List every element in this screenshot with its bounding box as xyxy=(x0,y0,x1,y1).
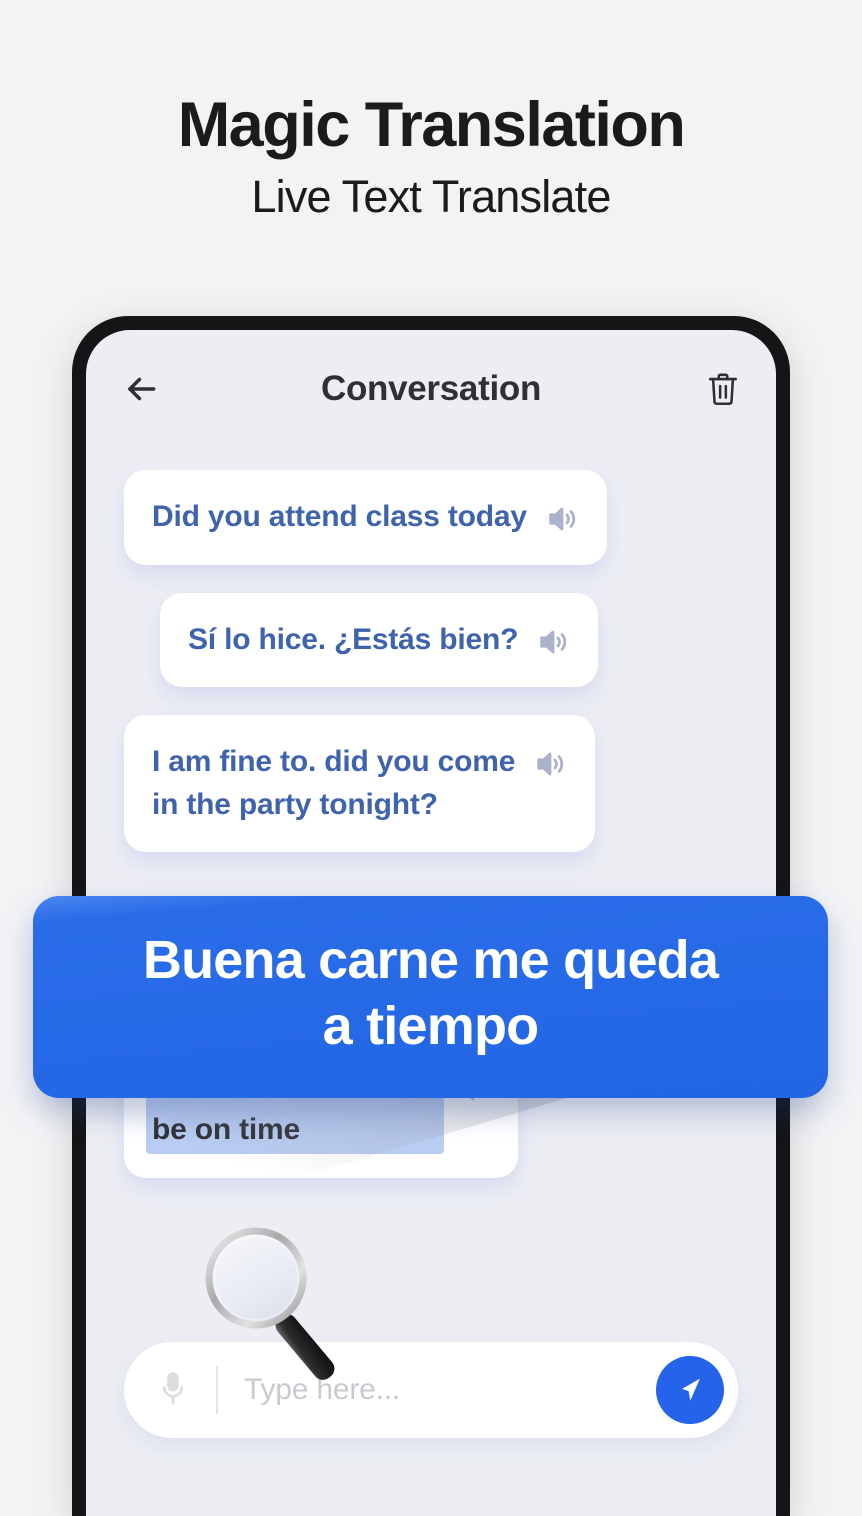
promo-header: Magic Translation Live Text Translate xyxy=(0,92,862,222)
page-subtitle: Live Text Translate xyxy=(251,171,611,223)
message-input-bar xyxy=(124,1342,738,1438)
app-bar: Conversation xyxy=(86,330,776,448)
speaker-icon[interactable] xyxy=(536,625,570,659)
microphone-icon[interactable] xyxy=(158,1370,188,1410)
message-text: Sí lo hice. ¿Estás bien? xyxy=(188,622,519,656)
back-arrow-icon[interactable] xyxy=(122,370,160,408)
callout-text: Buena carne me queda a tiempo xyxy=(142,930,719,1056)
app-bar-title: Conversation xyxy=(320,369,542,408)
input-divider xyxy=(216,1366,218,1414)
message-bubble[interactable]: Did you attend class today xyxy=(124,470,607,565)
send-button[interactable] xyxy=(656,1356,724,1424)
translation-callout: Buena carne me queda a tiempo xyxy=(33,896,828,1098)
page-title: Magic Translation xyxy=(177,90,686,160)
speaker-icon[interactable] xyxy=(545,502,579,536)
message-bubble[interactable]: Sí lo hice. ¿Estás bien? xyxy=(160,592,599,688)
message-text: I am fine to. did you come in the party … xyxy=(152,745,516,821)
speaker-icon[interactable] xyxy=(533,747,567,781)
message-bubble[interactable]: I am fine to. did you come in the party … xyxy=(124,715,596,853)
trash-icon[interactable] xyxy=(706,370,740,408)
message-text-input[interactable] xyxy=(244,1373,656,1407)
message-text: Did you attend class today xyxy=(152,500,527,533)
